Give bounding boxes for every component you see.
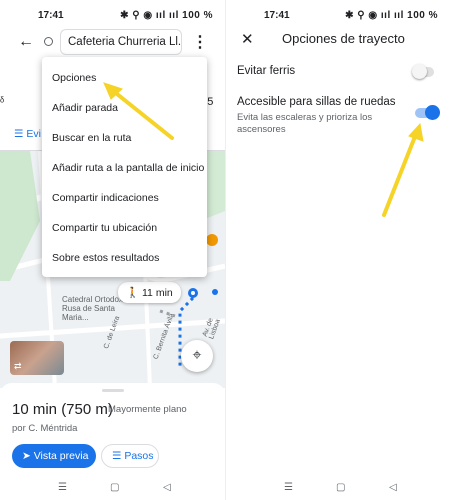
system-nav-bar: ☰ ▢ ◁ — [226, 478, 450, 500]
route-duration: 10 min (750 m) — [12, 401, 113, 418]
street-view-icon: ⇄ — [14, 361, 22, 371]
my-location-icon[interactable]: ⌖ — [181, 340, 213, 372]
status-bar: 17:41 ✱ ⚲ ◉ ııl ııl 100 % — [0, 0, 225, 28]
wheelchair-label: Accesible para sillas de ruedas — [237, 96, 396, 108]
walk-icon: 🚶 — [126, 287, 140, 299]
wheelchair-description: Evita las escaleras y prioriza los ascen… — [237, 112, 373, 135]
walk-time-chip[interactable]: 🚶 11 min — [118, 282, 181, 303]
status-time: 17:41 — [38, 10, 64, 21]
more-vert-icon[interactable]: ⋮ — [192, 32, 208, 52]
steps-button[interactable]: ☰ Pasos — [101, 444, 159, 468]
back-icon[interactable]: ◁ — [163, 482, 171, 493]
route-via: por C. Méntrida — [12, 423, 78, 434]
navigation-icon: ➤ — [22, 450, 31, 462]
origin-dot-icon — [44, 37, 53, 46]
back-arrow-icon[interactable]: ← — [18, 33, 36, 51]
route-options-row[interactable]: ☰ Evi — [14, 128, 41, 140]
menu-item-about-results[interactable]: Sobre estos resultados — [42, 243, 207, 273]
toggle-knob — [425, 105, 440, 120]
walk-time: 11 min — [142, 287, 173, 299]
route-options-screen: 17:41 ✱ ⚲ ◉ ııl ııl 100 % ✕ Opciones de … — [225, 0, 450, 500]
status-indicators: ✱ ⚲ ◉ ııl ııl 100 % — [345, 10, 438, 21]
list-icon: ☰ — [112, 450, 122, 462]
menu-item-add-stop[interactable]: Añadir parada — [42, 93, 207, 123]
toggle-knob — [412, 64, 427, 79]
poi-marker[interactable] — [206, 234, 218, 246]
menu-item-opciones[interactable]: Opciones — [42, 63, 207, 93]
system-nav-bar: ☰ ▢ ◁ — [0, 478, 225, 500]
menu-item-share-location[interactable]: Compartir tu ubicación — [42, 213, 207, 243]
overflow-menu: Opciones Añadir parada Buscar en la ruta… — [42, 57, 207, 277]
wheelchair-toggle[interactable] — [415, 105, 440, 120]
drag-handle[interactable] — [102, 389, 124, 392]
preview-button[interactable]: ➤ Vista previa — [12, 444, 96, 468]
tune-icon: ☰ — [14, 128, 24, 140]
street-view-thumbnail[interactable]: ⇄ — [10, 341, 64, 375]
page-title: Opciones de trayecto — [282, 31, 405, 46]
status-indicators: ✱ ⚲ ◉ ııl ııl 100 % — [120, 10, 213, 21]
recents-icon[interactable]: ☰ — [58, 482, 67, 493]
route-terrain-note: Mayormente plano — [108, 404, 187, 415]
menu-item-share-directions[interactable]: Compartir indicaciones — [42, 183, 207, 213]
steps-label: Pasos — [124, 450, 154, 462]
status-time: 17:41 — [264, 10, 290, 21]
preview-label: Vista previa — [33, 450, 89, 462]
home-icon[interactable]: ▢ — [110, 482, 119, 493]
maps-route-screen: 17:41 ✱ ⚲ ◉ ııl ııl 100 % ← Cafeteria Ch… — [0, 0, 225, 500]
route-options-label: Evi — [26, 128, 41, 140]
recents-icon[interactable]: ☰ — [284, 482, 293, 493]
menu-item-add-home[interactable]: Añadir ruta a la pantalla de inicio — [42, 153, 207, 183]
mode-fragment-left[interactable]: ᵟ — [0, 96, 4, 108]
home-icon[interactable]: ▢ — [336, 482, 345, 493]
avoid-ferries-toggle[interactable] — [412, 64, 434, 79]
status-bar: 17:41 ✱ ⚲ ◉ ııl ııl 100 % — [226, 0, 450, 28]
close-icon[interactable]: ✕ — [241, 30, 254, 48]
back-icon[interactable]: ◁ — [389, 482, 397, 493]
menu-item-search-route[interactable]: Buscar en la ruta — [42, 123, 207, 153]
avoid-ferries-label: Evitar ferris — [237, 65, 296, 77]
destination-field[interactable]: Cafeteria Churreria Ll... — [60, 29, 182, 55]
